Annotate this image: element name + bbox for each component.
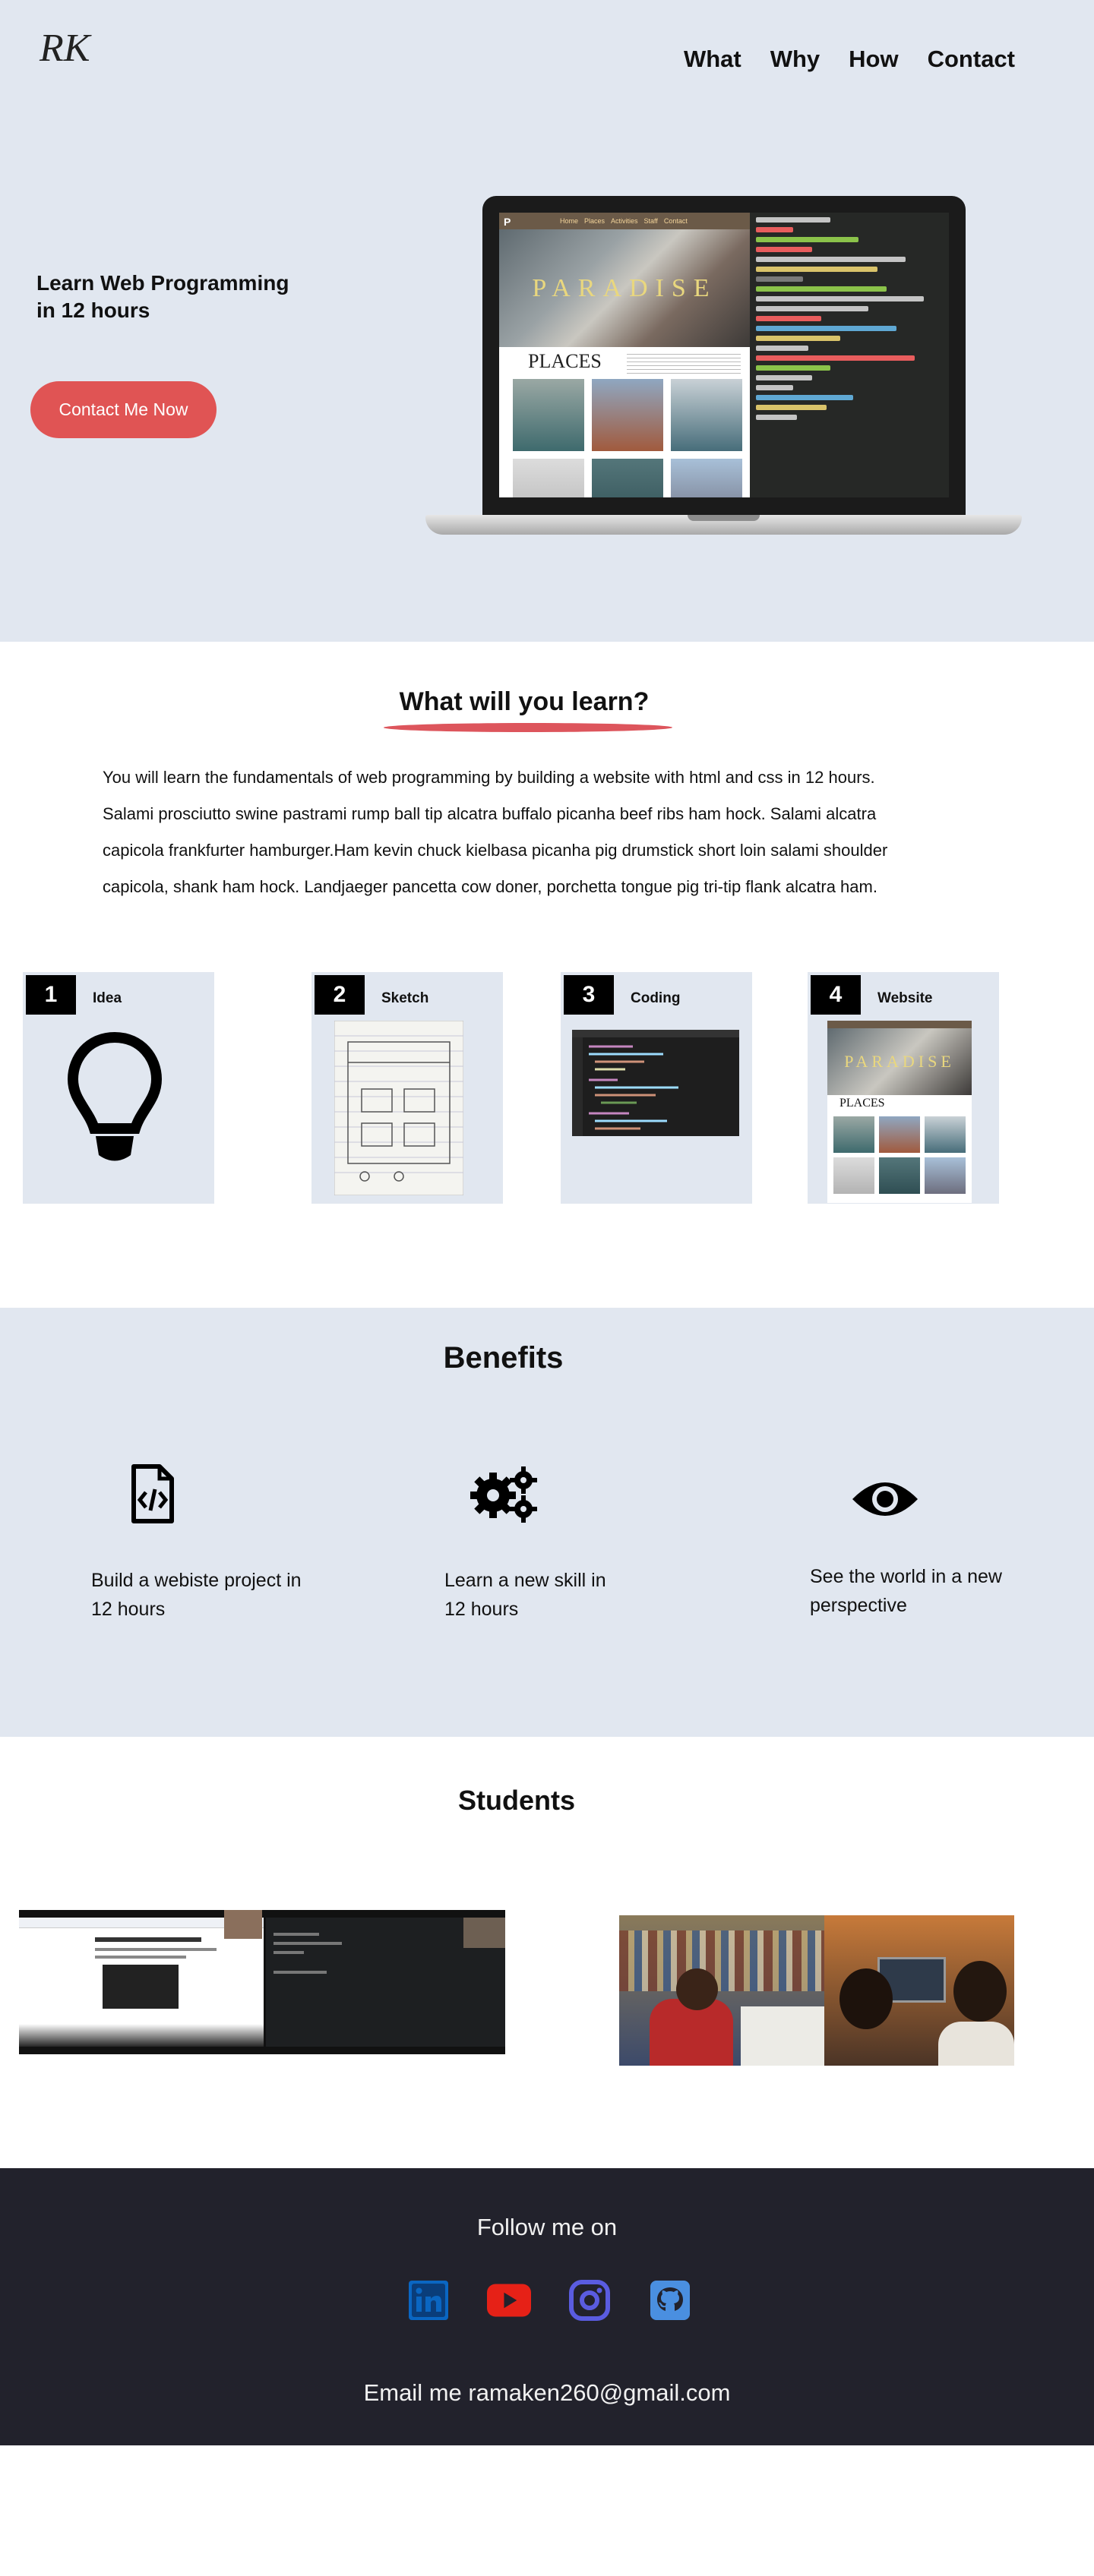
preview-thumb [513, 379, 584, 451]
step-label: Sketch [381, 990, 429, 1006]
website-section-title: PLACES [839, 1097, 885, 1110]
preview-nav-staff: Staff [643, 217, 658, 225]
social-links [406, 2278, 692, 2322]
preview-nav-contact: Contact [663, 217, 688, 225]
preview-nav-home: Home [560, 217, 579, 225]
nav-contact[interactable]: Contact [928, 46, 1015, 73]
preview-code-editor [750, 213, 949, 497]
step-sketch: 2 Sketch [311, 972, 503, 1204]
hero-title-line2: in 12 hours [36, 298, 150, 322]
laptop-image: P Home Places Activities Staff Contact P… [425, 196, 1022, 545]
learn-line: capicola, shank ham hock. Landjaeger pan… [103, 877, 877, 896]
step-coding: 3 Coding [561, 972, 752, 1204]
learn-line: capicola frankfurter hamburger.Ham kevin… [103, 841, 888, 860]
benefit-line: See the world in a new [810, 1566, 1002, 1587]
preview-banner: PARADISE [499, 229, 750, 347]
benefit-text: Build a webiste project in 12 hours [91, 1566, 342, 1624]
code-editor-image [572, 1030, 739, 1136]
email-contact[interactable]: Email me ramaken260@gmail.com [0, 2379, 1094, 2407]
students-title: Students [457, 1785, 575, 1816]
preview-logo-icon: P [504, 216, 511, 228]
lightbulb-icon [67, 1031, 163, 1161]
benefit-line: perspective [810, 1595, 907, 1616]
shared-terminal [266, 1918, 505, 2047]
step-number: 1 [26, 975, 76, 1015]
benefits-section: Benefits Build a webiste project in 12 h… [0, 1308, 1094, 1737]
svg-text:RK: RK [39, 27, 92, 68]
step-number: 4 [811, 975, 861, 1015]
step-label: Coding [631, 990, 681, 1006]
preview-nav-places: Places [584, 217, 605, 225]
preview-thumb [592, 379, 663, 451]
preview-thumb [671, 379, 742, 451]
learn-line: Salami prosciutto swine pastrami rump ba… [103, 804, 877, 823]
benefit-line: Learn a new skill in [444, 1570, 606, 1591]
hero-title: Learn Web Programming in 12 hours [36, 270, 310, 324]
code-file-icon [131, 1464, 174, 1523]
step-number: 3 [564, 975, 614, 1015]
benefit-line: 12 hours [91, 1599, 166, 1620]
website-preview-image: PARADISE PLACES [827, 1021, 972, 1203]
benefit-line: Build a webiste project in [91, 1570, 302, 1591]
laptop-website-preview: P Home Places Activities Staff Contact P… [499, 213, 750, 497]
preview-banner-title: PARADISE [532, 273, 717, 302]
student-screenshare-photo [19, 1910, 505, 2054]
preview-thumb [513, 459, 584, 497]
instagram-icon[interactable] [568, 2278, 612, 2322]
nav-what[interactable]: What [684, 46, 741, 73]
benefits-title: Benefits [443, 1341, 564, 1375]
laptop-lid: P Home Places Activities Staff Contact P… [482, 196, 966, 519]
follow-heading: Follow me on [476, 2214, 618, 2240]
website-banner-title: PARADISE [844, 1052, 955, 1071]
step-label: Idea [93, 990, 122, 1006]
preview-description [627, 351, 741, 374]
step-number: 2 [315, 975, 365, 1015]
nav-why[interactable]: Why [770, 46, 820, 73]
gears-icon [470, 1466, 537, 1523]
benefit-line: 12 hours [444, 1599, 519, 1620]
learn-paragraph: You will learn the fundamentals of web p… [103, 759, 946, 905]
laptop-screen: P Home Places Activities Staff Contact P… [499, 213, 949, 497]
learn-title: What will you learn? [399, 687, 650, 716]
preview-thumb [592, 459, 663, 497]
title-underline [381, 723, 675, 732]
github-icon[interactable] [648, 2278, 692, 2322]
benefit-text: Learn a new skill in 12 hours [444, 1566, 695, 1624]
hero-title-line1: Learn Web Programming [36, 271, 289, 295]
preview-thumbnails [499, 374, 750, 497]
sketch-paper-image [334, 1021, 463, 1195]
benefit-text: See the world in a new perspective [810, 1562, 1061, 1620]
nav-how[interactable]: How [849, 46, 898, 73]
contact-me-button[interactable]: Contact Me Now [30, 381, 217, 438]
preview-nav-activities: Activities [611, 217, 638, 225]
step-idea: 1 Idea [23, 972, 214, 1204]
step-website: 4 Website PARADISE PLACES [808, 972, 999, 1204]
hero-section: RK What Why How Contact Learn Web Progra… [0, 0, 1094, 642]
step-label: Website [877, 990, 933, 1006]
footer: Follow me on Email me ramaken260@gmail.c… [0, 2168, 1094, 2445]
laptop-notch [688, 515, 760, 521]
preview-nav: P Home Places Activities Staff Contact [499, 213, 750, 229]
learn-line: You will learn the fundamentals of web p… [103, 768, 875, 787]
students-classroom-photo [619, 1915, 1014, 2066]
youtube-icon[interactable] [487, 2278, 531, 2322]
preview-thumb [671, 459, 742, 497]
linkedin-icon[interactable] [406, 2278, 451, 2322]
logo[interactable]: RK [38, 23, 99, 70]
eye-icon [852, 1482, 918, 1516]
main-nav: What Why How Contact [684, 46, 1015, 73]
